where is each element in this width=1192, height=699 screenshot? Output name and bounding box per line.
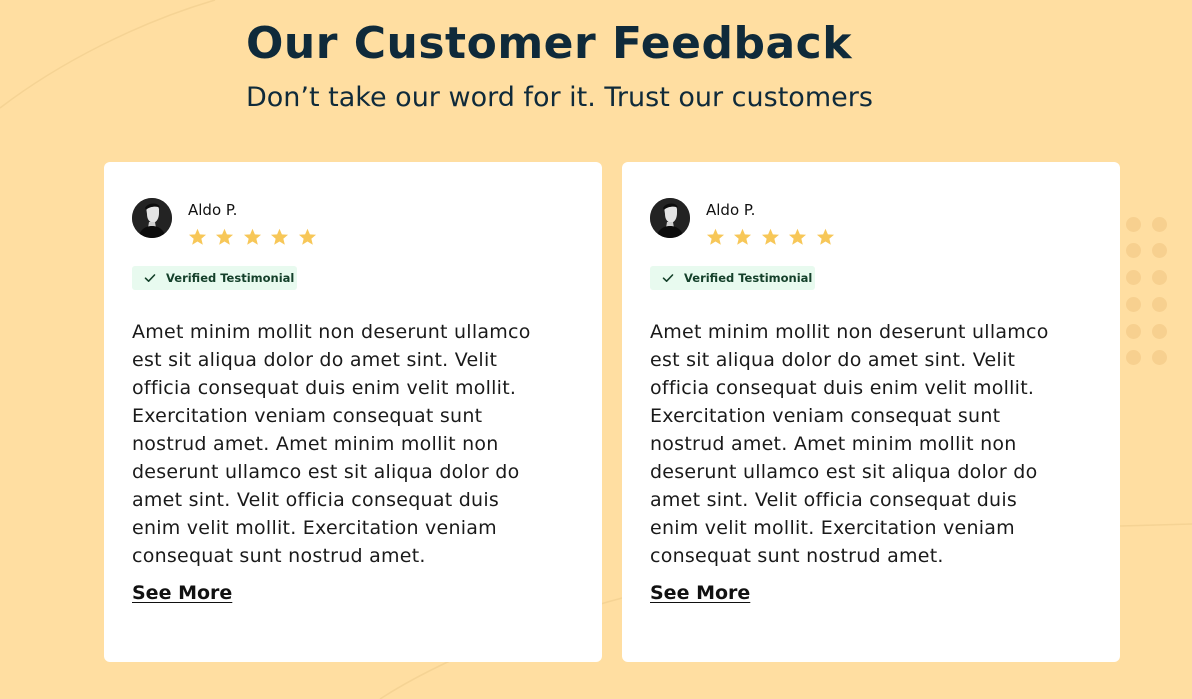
reviewer-name: Aldo P. <box>706 201 756 219</box>
star-icon <box>216 228 234 245</box>
decorative-dot <box>1126 324 1141 339</box>
review-text: Amet minim mollit non deserunt ullamco e… <box>132 321 531 567</box>
star-icon <box>188 228 207 245</box>
see-more-link[interactable]: See More <box>132 582 232 604</box>
decorative-dot <box>1152 217 1167 232</box>
star-icon <box>271 228 289 245</box>
check-icon <box>662 274 674 282</box>
star-rating <box>186 226 319 248</box>
person-avatar-icon <box>132 198 172 238</box>
review-text: Amet minim mollit non deserunt ullamco e… <box>650 321 1049 567</box>
section-subtitle: Don’t take our word for it. Trust our cu… <box>246 82 873 113</box>
section-title: Our Customer Feedback <box>246 18 853 69</box>
decorative-dot <box>1152 297 1167 312</box>
verified-badge: Verified Testimonial <box>132 266 297 290</box>
star-icon <box>734 228 752 245</box>
testimonials-section: Our Customer Feedback Don’t take our wor… <box>0 0 1192 699</box>
verified-badge-label: Verified Testimonial <box>166 271 295 285</box>
dot-pattern-decoration <box>1125 216 1185 376</box>
check-icon <box>144 274 156 282</box>
star-icon <box>243 228 261 245</box>
see-more-link[interactable]: See More <box>650 582 750 604</box>
reviewer-name: Aldo P. <box>188 201 238 219</box>
decorative-dot <box>1126 243 1141 258</box>
star-icon <box>816 228 834 245</box>
person-avatar-icon <box>650 198 690 238</box>
decorative-dot <box>1152 270 1167 285</box>
decorative-dot <box>1126 297 1141 312</box>
testimonial-card: Aldo P. Verified Testimonial Amet minim … <box>622 162 1120 662</box>
star-icon <box>706 228 725 245</box>
decorative-dot <box>1126 350 1141 365</box>
decorative-dot <box>1152 350 1167 365</box>
decorative-dot <box>1152 324 1167 339</box>
star-rating <box>704 226 837 248</box>
verified-badge: Verified Testimonial <box>650 266 815 290</box>
star-icon <box>789 228 807 245</box>
decorative-dot <box>1126 217 1141 232</box>
star-icon <box>761 228 779 245</box>
decorative-dot <box>1152 243 1167 258</box>
decorative-dot <box>1126 270 1141 285</box>
verified-badge-label: Verified Testimonial <box>684 271 813 285</box>
testimonial-card: Aldo P. Verified Testimonial Amet minim … <box>104 162 602 662</box>
star-icon <box>298 228 316 245</box>
